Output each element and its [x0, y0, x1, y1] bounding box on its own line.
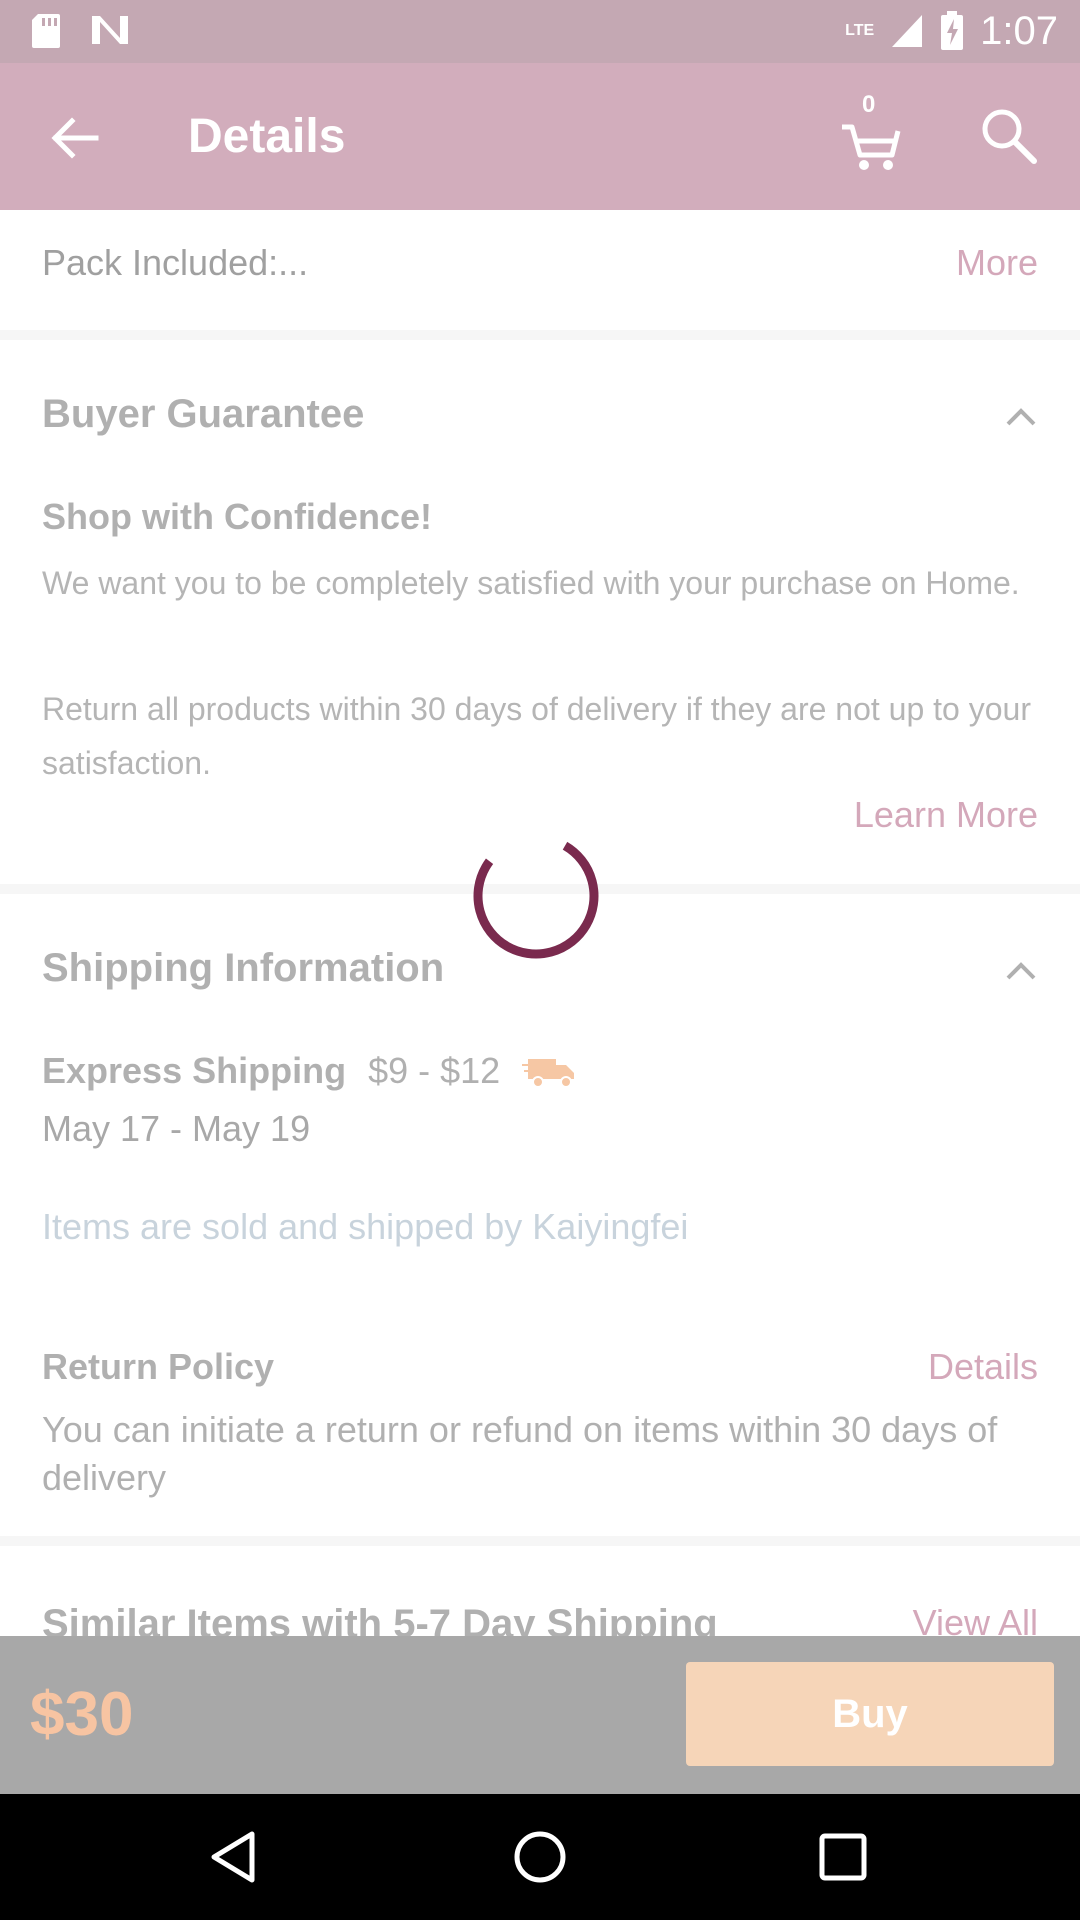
view-all-link[interactable]: View All — [913, 1602, 1038, 1636]
return-policy-details-link[interactable]: Details — [928, 1346, 1038, 1388]
page-title: Details — [188, 110, 346, 163]
pack-included-text: Pack Included:... — [42, 242, 309, 283]
nav-recents-icon[interactable] — [808, 1822, 878, 1892]
search-icon — [982, 109, 1037, 164]
bottom-purchase-bar: $30 Buy — [0, 1636, 1080, 1794]
shop-confidence-title: Shop with Confidence! — [42, 496, 432, 537]
network-type: LTE — [845, 22, 875, 39]
nav-back-icon[interactable] — [200, 1822, 270, 1892]
n-notification-icon — [92, 16, 128, 44]
section-divider — [0, 330, 1080, 340]
loading-spinner — [473, 833, 599, 959]
cart-button[interactable]: 0 — [838, 91, 908, 173]
battery-charging-icon — [941, 11, 964, 50]
similar-items-title: Similar Items with 5-7 Day Shipping — [42, 1602, 718, 1636]
buy-button[interactable]: Buy — [686, 1662, 1054, 1766]
clock: 1:07 — [980, 9, 1058, 53]
express-shipping-row: Express Shipping $9 - $12 — [42, 1050, 578, 1092]
system-nav-bar — [0, 1794, 1080, 1920]
cart-count-badge: 0 — [862, 91, 876, 118]
toolbar: Details 0 — [0, 63, 1080, 210]
delivery-truck-icon — [522, 1059, 575, 1088]
back-arrow-icon — [51, 117, 99, 159]
buyer-guarantee-title: Buyer Guarantee — [42, 392, 365, 436]
back-button[interactable] — [40, 103, 110, 173]
guarantee-paragraph-1: We want you to be completely satisfied w… — [42, 565, 1020, 601]
express-shipping-label: Express Shipping — [42, 1050, 347, 1091]
learn-more-link[interactable]: Learn More — [854, 794, 1038, 836]
return-policy-title: Return Policy — [42, 1346, 275, 1387]
product-price: $30 — [30, 1680, 134, 1749]
shipping-info-title: Shipping Information — [42, 946, 445, 990]
chevron-up-icon[interactable] — [1004, 406, 1038, 428]
chevron-up-icon[interactable] — [1004, 960, 1038, 982]
guarantee-paragraph-2: Return all products within 30 days of de… — [42, 691, 1031, 781]
nav-home-icon[interactable] — [505, 1822, 575, 1892]
search-button[interactable] — [974, 101, 1044, 171]
sold-by-text: Items are sold and shipped by Kaiyingfei — [42, 1206, 689, 1247]
return-policy-text: You can initiate a return or refund on i… — [42, 1409, 998, 1498]
pack-included-row: Pack Included:... More — [0, 210, 1080, 330]
signal-icon — [892, 15, 923, 47]
pack-more-link[interactable]: More — [956, 242, 1038, 284]
sd-card-icon — [32, 14, 60, 48]
section-divider — [0, 1536, 1080, 1546]
express-shipping-price: $9 - $12 — [368, 1050, 501, 1091]
delivery-date-range: May 17 - May 19 — [42, 1108, 311, 1149]
status-bar: LTE 1:07 — [0, 0, 1080, 63]
